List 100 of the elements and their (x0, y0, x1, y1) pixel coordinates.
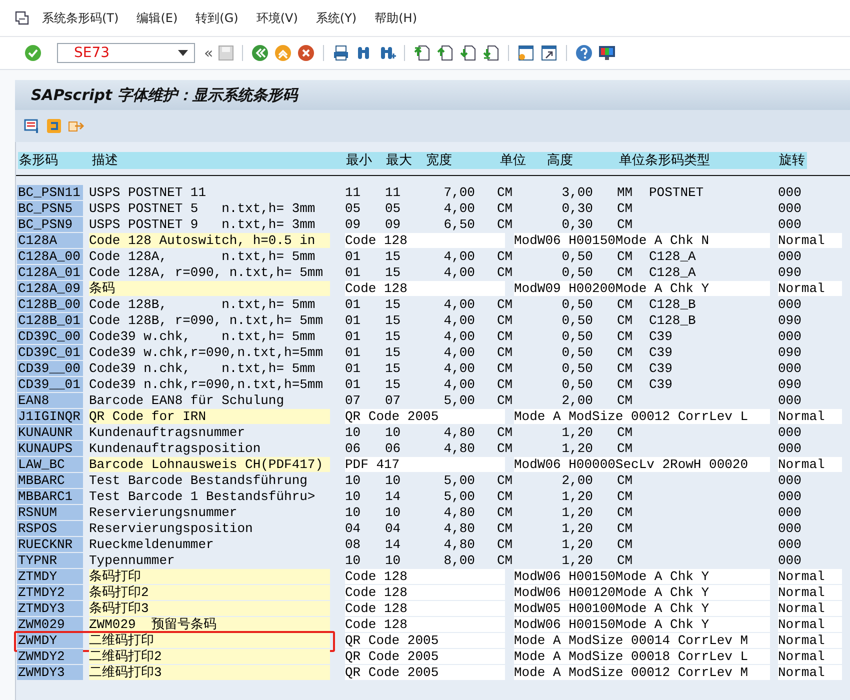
description-cell-text: Code39 n.chk, n.txt,h= 5mm (89, 361, 316, 376)
help-icon[interactable] (575, 44, 594, 62)
table-cell-text: 2,00 (560, 393, 593, 408)
dropdown-icon[interactable] (178, 50, 188, 56)
barcode-cell[interactable]: ZWM029 (17, 617, 83, 632)
table-cell-text: 090 (778, 265, 802, 280)
enter-icon[interactable] (24, 44, 42, 62)
table-cell-text: 01 (345, 377, 362, 392)
barcode-cell[interactable]: CD39__01 (17, 377, 83, 392)
table-cell-text: 4,00 (442, 313, 475, 328)
description-cell-text: Reservierungsnummer (89, 505, 238, 520)
table-cell-text: 1,20 (560, 441, 593, 456)
table-cell-text: CM (617, 521, 634, 536)
menu-item[interactable]: 系统条形码(T) (42, 10, 119, 26)
previous-page-icon[interactable] (436, 44, 454, 62)
table-cell-text: 15 (385, 249, 402, 264)
table-cell-text: 10 (345, 425, 362, 440)
barcode-cell[interactable]: RSPOS (17, 521, 83, 536)
description-cell: QR Code for IRN (89, 409, 330, 424)
barcode-cell[interactable]: RSNUM (17, 505, 83, 520)
table-cell-text: 4,00 (442, 345, 475, 360)
table-cell-text: 07 (385, 393, 402, 408)
table-cell-text: 07 (345, 393, 362, 408)
column-header: 宽度 (426, 152, 452, 169)
table-cell: ModW06 H00000SecLv 2RowH 00020 (514, 457, 770, 472)
barcode-cell[interactable]: MBBARC (17, 473, 83, 488)
description-cell-text: Test Barcode Bestandsführung (89, 473, 308, 488)
barcode-cell[interactable]: C128A_09 (17, 281, 83, 296)
menu-item[interactable]: 编辑(E) (136, 10, 178, 26)
description-cell-text: Code 128A, n.txt,h= 5mm (89, 249, 316, 264)
table-cell-text: CM (497, 473, 514, 488)
description-cell-text: USPS POSTNET 9 n.txt,h= 3mm (89, 217, 316, 232)
last-page-icon[interactable] (482, 44, 500, 62)
barcode-cell[interactable]: MBBARC1 (17, 489, 83, 504)
barcode-cell[interactable]: LAW_BC (17, 457, 83, 472)
barcode-cell[interactable]: CD39__00 (17, 361, 83, 376)
table-cell-text: 14 (385, 489, 402, 504)
barcode-cell[interactable]: BC_PSN5 (17, 201, 83, 216)
barcode-cell[interactable]: TYPNR (17, 553, 83, 568)
barcode-cell[interactable]: BC_PSN9 (17, 217, 83, 232)
table-cell-text: 000 (778, 553, 802, 568)
description-cell-text: Typennummer (89, 553, 176, 568)
table-cell: ModW09 H00200Mode A Chk Y (514, 281, 770, 296)
menu-item[interactable]: 帮助(H) (374, 10, 417, 26)
table-cell-text: 000 (778, 537, 802, 552)
first-page-icon[interactable] (413, 44, 432, 62)
new-window-icon[interactable] (517, 44, 536, 62)
barcode-cell[interactable]: ZTMDY3 (17, 601, 83, 616)
barcode-cell[interactable]: C128A_01 (17, 265, 83, 280)
barcode-cell[interactable]: KUNAUPS (17, 441, 83, 456)
table-cell-text: CM (617, 345, 634, 360)
barcode-cell[interactable]: C128A (17, 233, 83, 248)
barcode-cell[interactable]: RUECKNR (17, 537, 83, 552)
menu-item[interactable]: 转到(G) (196, 10, 238, 26)
table-cell-text: 08 (345, 537, 362, 552)
command-field[interactable]: SE73 (57, 43, 195, 63)
table-cell: POSTNET (649, 185, 704, 200)
menu-item[interactable]: 系统(Y) (316, 10, 357, 26)
table-cell-text: CM (497, 489, 514, 504)
next-page-icon[interactable] (459, 44, 478, 62)
collapse-button[interactable]: « (204, 44, 214, 62)
table-cell-text: 090 (778, 345, 802, 360)
menu-item[interactable]: 环境(V) (256, 10, 298, 26)
barcode-cell[interactable]: BC_PSN11 (17, 185, 83, 200)
description-cell-text: USPS POSTNET 5 n.txt,h= 3mm (89, 201, 316, 216)
barcode-cell[interactable]: EAN8 (17, 393, 83, 408)
cancel-icon[interactable] (297, 44, 316, 62)
table-cell-text: 15 (385, 329, 402, 344)
shortcut-icon[interactable] (540, 44, 558, 62)
barcode-cell[interactable]: ZWMDY3 (17, 665, 83, 680)
barcode-cell[interactable]: CD39C_00 (17, 329, 83, 344)
table-cell-text: CM (617, 553, 634, 568)
barcode-cell[interactable]: CD39C_01 (17, 345, 83, 360)
table-cell-text: 01 (345, 249, 362, 264)
barcode-cell[interactable]: KUNAUNR (17, 425, 83, 440)
table-cell-text: 06 (385, 441, 402, 456)
table-cell: QR Code 2005 (345, 409, 505, 424)
barcode-cell[interactable]: ZWMDY (17, 633, 83, 648)
barcode-cell[interactable]: ZTMDY2 (17, 585, 83, 600)
column-header: 高度 (547, 152, 573, 169)
table-cell: Normal (778, 281, 842, 296)
barcode-cell[interactable]: J1IGINQR (17, 409, 83, 424)
barcode-cell[interactable]: ZWMDY2 (17, 649, 83, 664)
table-cell-text: CM (617, 297, 634, 312)
table-cell-text: 4,00 (442, 201, 475, 216)
description-cell-text: Reservierungsposition (89, 521, 254, 536)
print-icon[interactable] (332, 44, 350, 62)
barcode-cell[interactable]: C128A_00 (17, 249, 83, 264)
table-cell: QR Code 2005 (345, 649, 505, 664)
table-cell-text: 0,50 (560, 345, 593, 360)
barcode-cell[interactable]: C128B_00 (17, 297, 83, 312)
monitor-icon[interactable] (598, 44, 616, 62)
form-icon[interactable] (23, 117, 41, 135)
table-cell-text: 090 (778, 313, 802, 328)
back-icon[interactable] (251, 44, 270, 62)
table-cell-text: 04 (385, 521, 402, 536)
menu-icon[interactable] (14, 10, 30, 26)
barcode-cell[interactable]: C128B_01 (17, 313, 83, 328)
barcode-cell[interactable]: ZTMDY (17, 569, 83, 584)
table-cell-text: CM (497, 313, 514, 328)
